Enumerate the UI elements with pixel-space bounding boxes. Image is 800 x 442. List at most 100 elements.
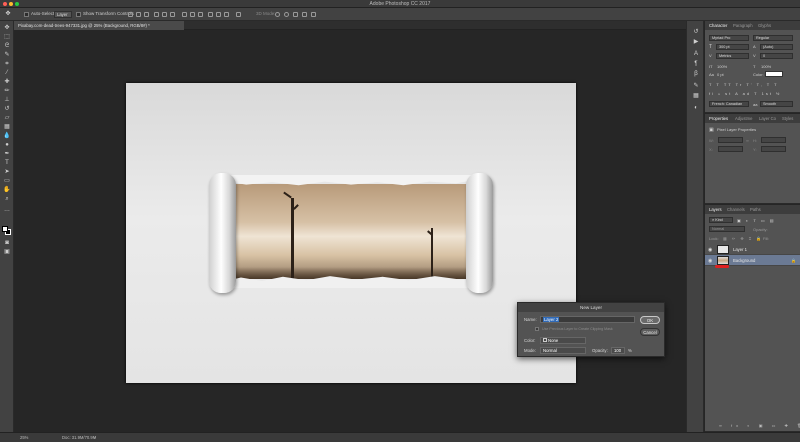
status-menu-arrow-icon[interactable]: › bbox=[94, 435, 95, 440]
align-middle-icon[interactable] bbox=[136, 12, 141, 17]
distribute-bottom-icon[interactable] bbox=[198, 12, 203, 17]
3d-slide-icon[interactable] bbox=[302, 12, 307, 17]
document-tab[interactable]: Pixabay.com-dead-trees-947331.jpg @ 25% … bbox=[14, 21, 184, 30]
align-left-icon[interactable] bbox=[154, 12, 159, 17]
visibility-eye-icon[interactable]: ◉ bbox=[708, 247, 712, 253]
eraser-tool-icon[interactable]: ▱ bbox=[3, 115, 11, 122]
visibility-eye-icon[interactable]: ◉ bbox=[708, 258, 712, 264]
canvas-area[interactable]: New Layer Name: Layer 2 OK Cancel Use Pr… bbox=[14, 31, 686, 432]
font-family-select[interactable]: Myriad Pro bbox=[709, 35, 749, 41]
show-transform-checkbox[interactable] bbox=[76, 12, 81, 17]
swatches-panel-icon[interactable]: ▦ bbox=[692, 93, 700, 100]
tab-channels[interactable]: Channels bbox=[727, 207, 745, 212]
blur-tool-icon[interactable]: 💧 bbox=[3, 133, 11, 140]
layer-name[interactable]: Background bbox=[733, 258, 755, 263]
color-dropdown[interactable]: None bbox=[540, 337, 586, 344]
move-tool-icon[interactable]: ✥ bbox=[3, 25, 11, 32]
kind-filter-select[interactable]: ⌕ Kind bbox=[709, 217, 733, 223]
tab-character[interactable]: Character bbox=[709, 23, 727, 28]
dodge-tool-icon[interactable]: ● bbox=[3, 142, 11, 149]
font-size-input[interactable]: 300 pt bbox=[716, 44, 749, 50]
clipping-mask-checkbox[interactable] bbox=[535, 327, 539, 331]
actions-panel-icon[interactable]: ▶ bbox=[692, 39, 700, 46]
text-color-swatch[interactable] bbox=[765, 71, 783, 77]
tab-paragraph[interactable]: Paragraph bbox=[733, 23, 753, 28]
gradient-tool-icon[interactable]: ▦ bbox=[3, 124, 11, 131]
vertical-scale-value[interactable]: 100% bbox=[717, 64, 727, 69]
lock-icon[interactable]: 🔒 bbox=[791, 258, 796, 263]
opentype-buttons[interactable]: fi ℴ st A ad T 1st ½ bbox=[709, 91, 781, 96]
character-panel-icon[interactable]: A bbox=[692, 51, 700, 58]
history-brush-tool-icon[interactable]: ↺ bbox=[3, 106, 11, 113]
quick-select-tool-icon[interactable]: ✎ bbox=[3, 52, 11, 59]
marquee-tool-icon[interactable]: ⬚ bbox=[3, 34, 11, 41]
align-top-icon[interactable] bbox=[128, 12, 133, 17]
clone-stamp-tool-icon[interactable]: ⊥ bbox=[3, 97, 11, 104]
opacity-input[interactable]: 100 bbox=[611, 347, 625, 354]
tab-paths[interactable]: Paths bbox=[750, 207, 761, 212]
distribute-left-icon[interactable] bbox=[208, 12, 213, 17]
tab-layers[interactable]: Layers bbox=[709, 207, 722, 212]
history-panel-icon[interactable]: ↺ bbox=[692, 29, 700, 36]
ok-button[interactable]: OK bbox=[640, 316, 660, 324]
horizontal-scale-value[interactable]: 100% bbox=[761, 64, 771, 69]
3d-scale-icon[interactable] bbox=[311, 12, 316, 17]
crop-tool-icon[interactable]: ⌗ bbox=[3, 61, 11, 68]
brush-panel-icon[interactable]: ✎ bbox=[692, 83, 700, 90]
hand-tool-icon[interactable]: ✋ bbox=[3, 187, 11, 194]
glyphs-panel-icon[interactable]: ꞵ bbox=[692, 71, 700, 78]
document-canvas[interactable] bbox=[126, 83, 576, 383]
tab-properties[interactable]: Properties bbox=[709, 116, 728, 121]
eyedropper-tool-icon[interactable]: ⁄ bbox=[3, 70, 11, 77]
screen-mode-icon[interactable]: ▣ bbox=[3, 249, 11, 256]
align-right-icon[interactable] bbox=[170, 12, 175, 17]
font-style-select[interactable]: Regular bbox=[753, 35, 793, 41]
distribute-middle-icon[interactable] bbox=[190, 12, 195, 17]
tab-glyphs[interactable]: Glyphs bbox=[758, 23, 771, 28]
kerning-input[interactable]: Metrics bbox=[716, 53, 749, 59]
foreground-color-swatch[interactable] bbox=[2, 226, 8, 232]
zoom-tool-icon[interactable]: ⌕ bbox=[3, 196, 11, 203]
layer-name-input[interactable]: Layer 2 bbox=[540, 316, 635, 323]
baseline-shift-value[interactable]: 0 pt bbox=[717, 72, 724, 77]
paragraph-panel-icon[interactable]: ¶ bbox=[692, 61, 700, 68]
pen-tool-icon[interactable]: ✒ bbox=[3, 151, 11, 158]
color-panel-icon[interactable]: ◐ bbox=[692, 105, 700, 112]
layer-row[interactable]: ◉ Layer 1 bbox=[705, 244, 800, 255]
tab-layer-comps[interactable]: Layer Co bbox=[759, 116, 776, 121]
tab-adjustments[interactable]: Adjustme bbox=[735, 116, 752, 121]
width-input[interactable] bbox=[718, 137, 743, 143]
mode-dropdown[interactable]: Normal bbox=[540, 347, 586, 354]
more-tools-icon[interactable]: … bbox=[3, 207, 11, 214]
layer-name[interactable]: Layer 1 bbox=[733, 247, 747, 252]
3d-roll-icon[interactable] bbox=[284, 12, 289, 17]
healing-tool-icon[interactable]: ✚ bbox=[3, 79, 11, 86]
lock-buttons[interactable]: ▦ ✏ ✥ ⌗ 🔒 bbox=[723, 236, 763, 241]
x-input[interactable] bbox=[718, 146, 743, 152]
brush-tool-icon[interactable]: ✏ bbox=[3, 88, 11, 95]
language-select[interactable]: French: Canadian bbox=[709, 101, 749, 107]
auto-select-dropdown[interactable]: Layer bbox=[54, 11, 72, 18]
quick-mask-icon[interactable]: ◙ bbox=[3, 240, 11, 247]
cancel-button[interactable]: Cancel bbox=[640, 328, 660, 336]
link-icon[interactable]: ∞ bbox=[746, 138, 749, 143]
y-input[interactable] bbox=[761, 146, 786, 152]
distribute-right-icon[interactable] bbox=[224, 12, 229, 17]
filter-buttons[interactable]: ▣ ◐ T ▭ ▤ bbox=[737, 218, 776, 223]
layer-footer-buttons[interactable]: ∞ fx ◐ ▣ ▭ ✚ 🗑 bbox=[719, 423, 800, 428]
type-tool-icon[interactable]: T bbox=[3, 160, 11, 167]
lasso-tool-icon[interactable]: ᘓ bbox=[3, 43, 11, 50]
auto-select-checkbox[interactable] bbox=[24, 12, 29, 17]
leading-input[interactable]: (Auto) bbox=[760, 44, 793, 50]
tab-styles[interactable]: Styles bbox=[782, 116, 793, 121]
align-center-icon[interactable] bbox=[162, 12, 167, 17]
distribute-top-icon[interactable] bbox=[182, 12, 187, 17]
auto-align-icon[interactable] bbox=[236, 12, 241, 17]
height-input[interactable] bbox=[761, 137, 786, 143]
tracking-input[interactable]: 0 bbox=[760, 53, 793, 59]
move-tool-preset-icon[interactable]: ✥ bbox=[4, 11, 12, 18]
zoom-level[interactable]: 25% bbox=[20, 435, 28, 440]
text-style-buttons[interactable]: T T TT Tr T' T, T T bbox=[709, 82, 779, 87]
antialias-select[interactable]: Smooth bbox=[760, 101, 793, 107]
distribute-center-icon[interactable] bbox=[216, 12, 221, 17]
